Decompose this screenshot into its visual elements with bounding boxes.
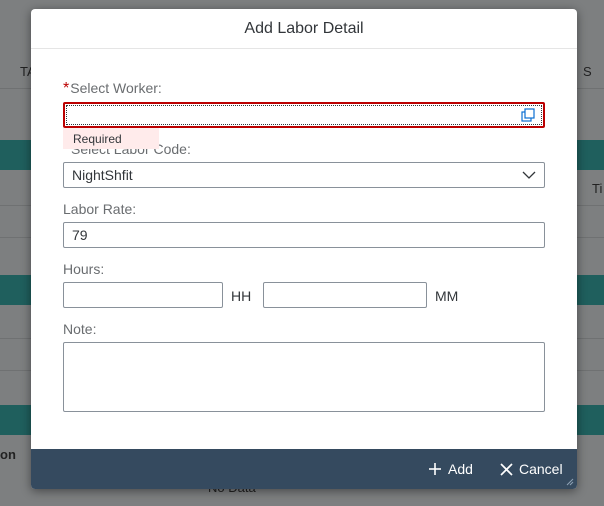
background-header-text: S xyxy=(583,64,592,79)
hours-hh-input[interactable] xyxy=(63,282,223,308)
add-labor-detail-dialog: Add Labor Detail *Select Worker: Require… xyxy=(31,9,577,489)
worker-label: *Select Worker: xyxy=(63,80,162,97)
value-help-icon[interactable] xyxy=(521,108,535,122)
hours-mm-input[interactable] xyxy=(263,282,427,308)
resize-handle-icon[interactable] xyxy=(566,478,574,486)
labor-rate-label: Labor Rate: xyxy=(63,201,137,217)
note-textarea[interactable] xyxy=(63,342,545,412)
dialog-footer: Add Cancel xyxy=(31,449,577,489)
focus-outline xyxy=(66,105,542,125)
chevron-down-icon[interactable] xyxy=(522,170,536,180)
labor-rate-input[interactable]: 79 xyxy=(63,222,545,248)
hours-hh-unit: HH xyxy=(231,288,252,304)
add-button[interactable]: Add xyxy=(428,449,473,489)
close-icon xyxy=(500,462,513,476)
background-column-text: Ti xyxy=(592,181,603,196)
dialog-header: Add Labor Detail xyxy=(31,9,577,49)
note-label: Note: xyxy=(63,321,97,337)
worker-error-message-overlay: Required xyxy=(63,128,159,149)
background-row-text: on xyxy=(0,447,16,462)
labor-code-select[interactable]: NightShfit xyxy=(63,162,545,188)
hours-mm-unit: MM xyxy=(435,288,459,304)
dialog-title: Add Labor Detail xyxy=(244,19,364,37)
cancel-button[interactable]: Cancel xyxy=(500,449,563,489)
worker-input[interactable] xyxy=(63,102,545,128)
required-indicator: * xyxy=(63,80,70,97)
hours-label: Hours: xyxy=(63,261,105,277)
plus-icon xyxy=(429,463,441,475)
